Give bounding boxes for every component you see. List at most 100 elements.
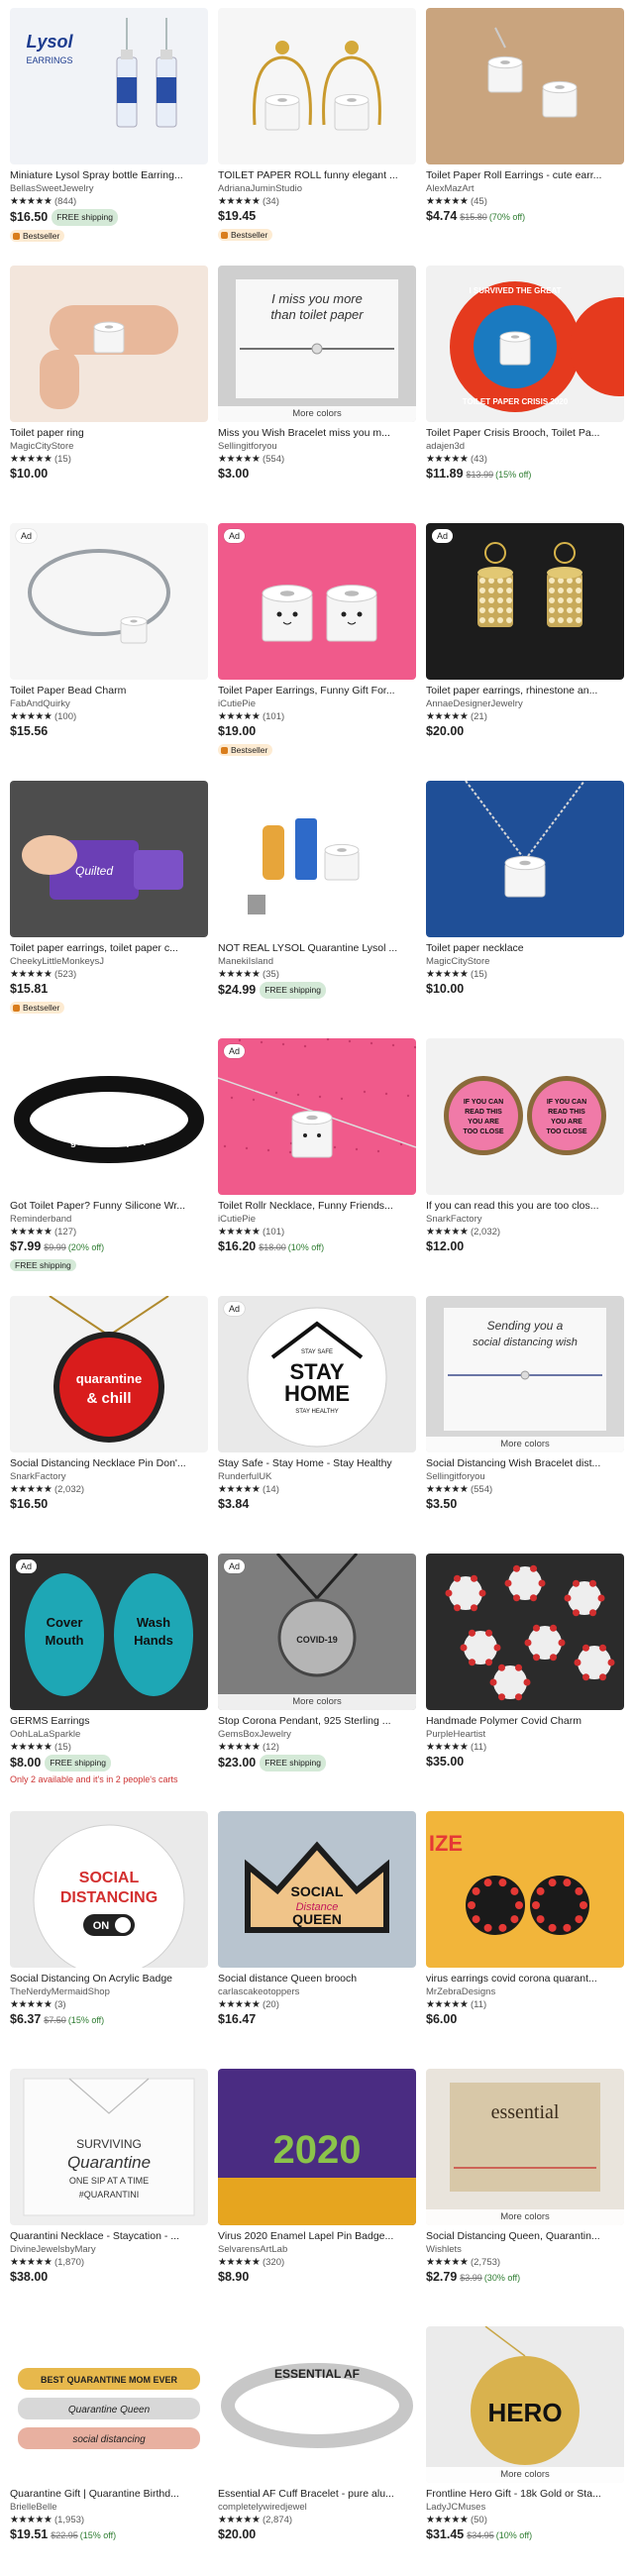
listing-card[interactable]: COVID-19 Ad More colors Stop Corona Pendant… — [218, 1554, 416, 1771]
listing-card[interactable]: I SURVIVED THE GREAT TOILET PAPER CRISIS … — [426, 266, 624, 483]
listing-title[interactable]: Toilet paper ring — [10, 427, 208, 440]
listing-card[interactable]: Cover Mouth Wash Hands Ad GERMS Earrings OohLa… — [10, 1554, 208, 1785]
listing-card[interactable]: I miss you more than toilet paper More col… — [218, 266, 416, 483]
listing-image[interactable]: HERO More colors — [426, 2326, 624, 2483]
listing-image[interactable]: Quilted — [10, 781, 208, 937]
listing-title[interactable]: TOILET PAPER ROLL funny elegant ... — [218, 169, 416, 182]
listing-image[interactable] — [218, 8, 416, 164]
listing-image[interactable] — [426, 781, 624, 937]
listing-title[interactable]: GERMS Earrings — [10, 1715, 208, 1728]
listing-title[interactable]: Toilet paper earrings, toilet paper c... — [10, 942, 208, 955]
listing-image[interactable]: SOCIAL DISTANCING ON — [10, 1811, 208, 1968]
listing-card[interactable]: Lysol EARRINGS Miniature Lysol Spray bottl… — [10, 8, 208, 244]
more-colors-label[interactable]: More colors — [218, 1694, 416, 1710]
listing-title[interactable]: If you can read this you are too clos... — [426, 1200, 624, 1213]
listing-image[interactable]: SOCIAL Distance QUEEN — [218, 1811, 416, 1968]
listing-title[interactable]: Toilet Paper Earrings, Funny Gift For... — [218, 685, 416, 698]
listing-title[interactable]: Stop Corona Pendant, 925 Sterling ... — [218, 1715, 416, 1728]
listing-card[interactable]: Ad Toilet Rollr Necklace, Funny Friends..… — [218, 1038, 416, 1255]
shop-name[interactable]: completelywiredjewel — [218, 2502, 416, 2514]
listing-title[interactable]: Miss you Wish Bracelet miss you m... — [218, 427, 416, 440]
shop-name[interactable]: TheNerdyMermaidShop — [10, 1986, 208, 1998]
listing-image[interactable]: I SURVIVED THE GREAT TOILET PAPER CRISIS … — [426, 266, 624, 422]
listing-image[interactable]: IF YOU CAN READ THIS YOU ARE TOO CLOSE IF YO… — [426, 1038, 624, 1195]
listing-title[interactable]: Miniature Lysol Spray bottle Earring... — [10, 169, 208, 182]
listing-image[interactable]: Ad — [10, 523, 208, 680]
listing-card[interactable]: ESSENTIAL AF Essential AF Cuff Bracelet -… — [218, 2326, 416, 2543]
shop-name[interactable]: RunderfulUK — [218, 1471, 416, 1483]
shop-name[interactable]: Sellingitforyou — [426, 1471, 624, 1483]
shop-name[interactable]: AlexMazArt — [426, 183, 624, 195]
listing-image[interactable]: Ad — [218, 523, 416, 680]
more-colors-label[interactable]: More colors — [218, 406, 416, 422]
listing-card[interactable]: IF YOU CAN READ THIS YOU ARE TOO CLOSE IF YO… — [426, 1038, 624, 1255]
shop-name[interactable]: Sellingitforyou — [218, 441, 416, 453]
listing-title[interactable]: Toilet Paper Bead Charm — [10, 685, 208, 698]
listing-title[interactable]: Handmade Polymer Covid Charm — [426, 1715, 624, 1728]
listing-card[interactable]: essential More colors Social Distancing Qu… — [426, 2069, 624, 2286]
listing-title[interactable]: Toilet Paper Roll Earrings - cute earr..… — [426, 169, 624, 182]
shop-name[interactable]: SnarkFactory — [426, 1214, 624, 1226]
listing-card[interactable]: Ad Toilet Paper Bead Charm FabAndQuirky ★★★… — [10, 523, 208, 740]
listing-card[interactable]: BEST QUARANTINE MOM EVER Quarantine Queen… — [10, 2326, 208, 2543]
listing-image[interactable] — [10, 266, 208, 422]
shop-name[interactable]: ManekiIsland — [218, 956, 416, 968]
listing-title[interactable]: Social Distancing Necklace Pin Don'... — [10, 1457, 208, 1470]
listing-card[interactable]: Quilted Toilet paper earrings, toilet pap… — [10, 781, 208, 1016]
listing-title[interactable]: Social distance Queen brooch — [218, 1973, 416, 1986]
shop-name[interactable]: DivineJewelsbyMary — [10, 2244, 208, 2256]
listing-card[interactable]: 2020 Virus 2020 Enamel Lapel Pin Badge...… — [218, 2069, 416, 2286]
more-colors-label[interactable]: More colors — [426, 1437, 624, 1452]
listing-title[interactable]: Essential AF Cuff Bracelet - pure alu... — [218, 2488, 416, 2501]
listing-title[interactable]: Social Distancing On Acrylic Badge — [10, 1973, 208, 1986]
listing-card[interactable]: Ad Toilet Paper Earrings, Funny Gift For.… — [218, 523, 416, 758]
more-colors-label[interactable]: More colors — [426, 2209, 624, 2225]
listing-title[interactable]: Frontline Hero Gift - 18k Gold or Sta... — [426, 2488, 624, 2501]
shop-name[interactable]: adajen3d — [426, 441, 624, 453]
listing-card[interactable]: NOT REAL LYSOL Quarantine Lysol ... Manek… — [218, 781, 416, 999]
listing-card[interactable]: Handmade Polymer Covid Charm PurpleHearti… — [426, 1554, 624, 1771]
listing-image[interactable]: got toilet paper? — [10, 1038, 208, 1195]
listing-title[interactable]: Virus 2020 Enamel Lapel Pin Badge... — [218, 2230, 416, 2243]
listing-card[interactable]: Ad Toilet paper earrings, rhinestone an..… — [426, 523, 624, 740]
shop-name[interactable]: AnnaeDesignerJewelry — [426, 698, 624, 710]
listing-image[interactable]: Ad — [218, 1038, 416, 1195]
shop-name[interactable]: AdrianaJuminStudio — [218, 183, 416, 195]
listing-title[interactable]: Toilet paper earrings, rhinestone an... — [426, 685, 624, 698]
listing-image[interactable]: IZE — [426, 1811, 624, 1968]
listing-title[interactable]: virus earrings covid corona quarant... — [426, 1973, 624, 1986]
listing-title[interactable]: Social Distancing Queen, Quarantin... — [426, 2230, 624, 2243]
listing-card[interactable]: STAY SAFE STAY HOME STAY HEALTHY Ad Stay Safe… — [218, 1296, 416, 1513]
listing-card[interactable]: IZE virus earrings covid corona quarant..… — [426, 1811, 624, 2028]
shop-name[interactable]: PurpleHeartist — [426, 1729, 624, 1741]
listing-image[interactable]: I miss you more than toilet paper More col… — [218, 266, 416, 422]
shop-name[interactable]: iCutiePie — [218, 698, 416, 710]
listing-card[interactable]: TOILET PAPER ROLL funny elegant ... Adria… — [218, 8, 416, 243]
shop-name[interactable]: MrZebraDesigns — [426, 1986, 624, 1998]
listing-card[interactable]: Toilet paper ring MagicCityStore ★★★★★ (15… — [10, 266, 208, 483]
listing-image[interactable]: COVID-19 Ad More colors — [218, 1554, 416, 1710]
listing-title[interactable]: Stay Safe - Stay Home - Stay Healthy — [218, 1457, 416, 1470]
listing-title[interactable]: Toilet Paper Crisis Brooch, Toilet Pa... — [426, 427, 624, 440]
listing-card[interactable]: Toilet paper necklace MagicCityStore ★★★★★… — [426, 781, 624, 998]
listing-image[interactable]: Lysol EARRINGS — [10, 8, 208, 164]
listing-image[interactable]: Ad — [426, 523, 624, 680]
listing-image[interactable]: BEST QUARANTINE MOM EVER Quarantine Queen… — [10, 2326, 208, 2483]
listing-image[interactable]: ESSENTIAL AF — [218, 2326, 416, 2483]
shop-name[interactable]: carlascakeotoppers — [218, 1986, 416, 1998]
listing-image[interactable] — [426, 8, 624, 164]
listing-image[interactable] — [426, 1554, 624, 1710]
listing-card[interactable]: SURVIVING Quarantine ONE SIP AT A TIME #QUA… — [10, 2069, 208, 2286]
listing-title[interactable]: Toilet paper necklace — [426, 942, 624, 955]
listing-title[interactable]: NOT REAL LYSOL Quarantine Lysol ... — [218, 942, 416, 955]
shop-name[interactable]: OohLaLaSparkle — [10, 1729, 208, 1741]
shop-name[interactable]: BellasSweetJewelry — [10, 183, 208, 195]
shop-name[interactable]: MagicCityStore — [426, 956, 624, 968]
listing-image[interactable]: Sending you a social distancing wish More … — [426, 1296, 624, 1452]
listing-image[interactable]: STAY SAFE STAY HOME STAY HEALTHY Ad — [218, 1296, 416, 1452]
listing-card[interactable]: SOCIAL DISTANCING ON Social Distancing On A… — [10, 1811, 208, 2028]
listing-title[interactable]: Got Toilet Paper? Funny Silicone Wr... — [10, 1200, 208, 1213]
listing-image[interactable]: Cover Mouth Wash Hands Ad — [10, 1554, 208, 1710]
shop-name[interactable]: LadyJCMuses — [426, 2502, 624, 2514]
listing-card[interactable]: Sending you a social distancing wish More … — [426, 1296, 624, 1513]
